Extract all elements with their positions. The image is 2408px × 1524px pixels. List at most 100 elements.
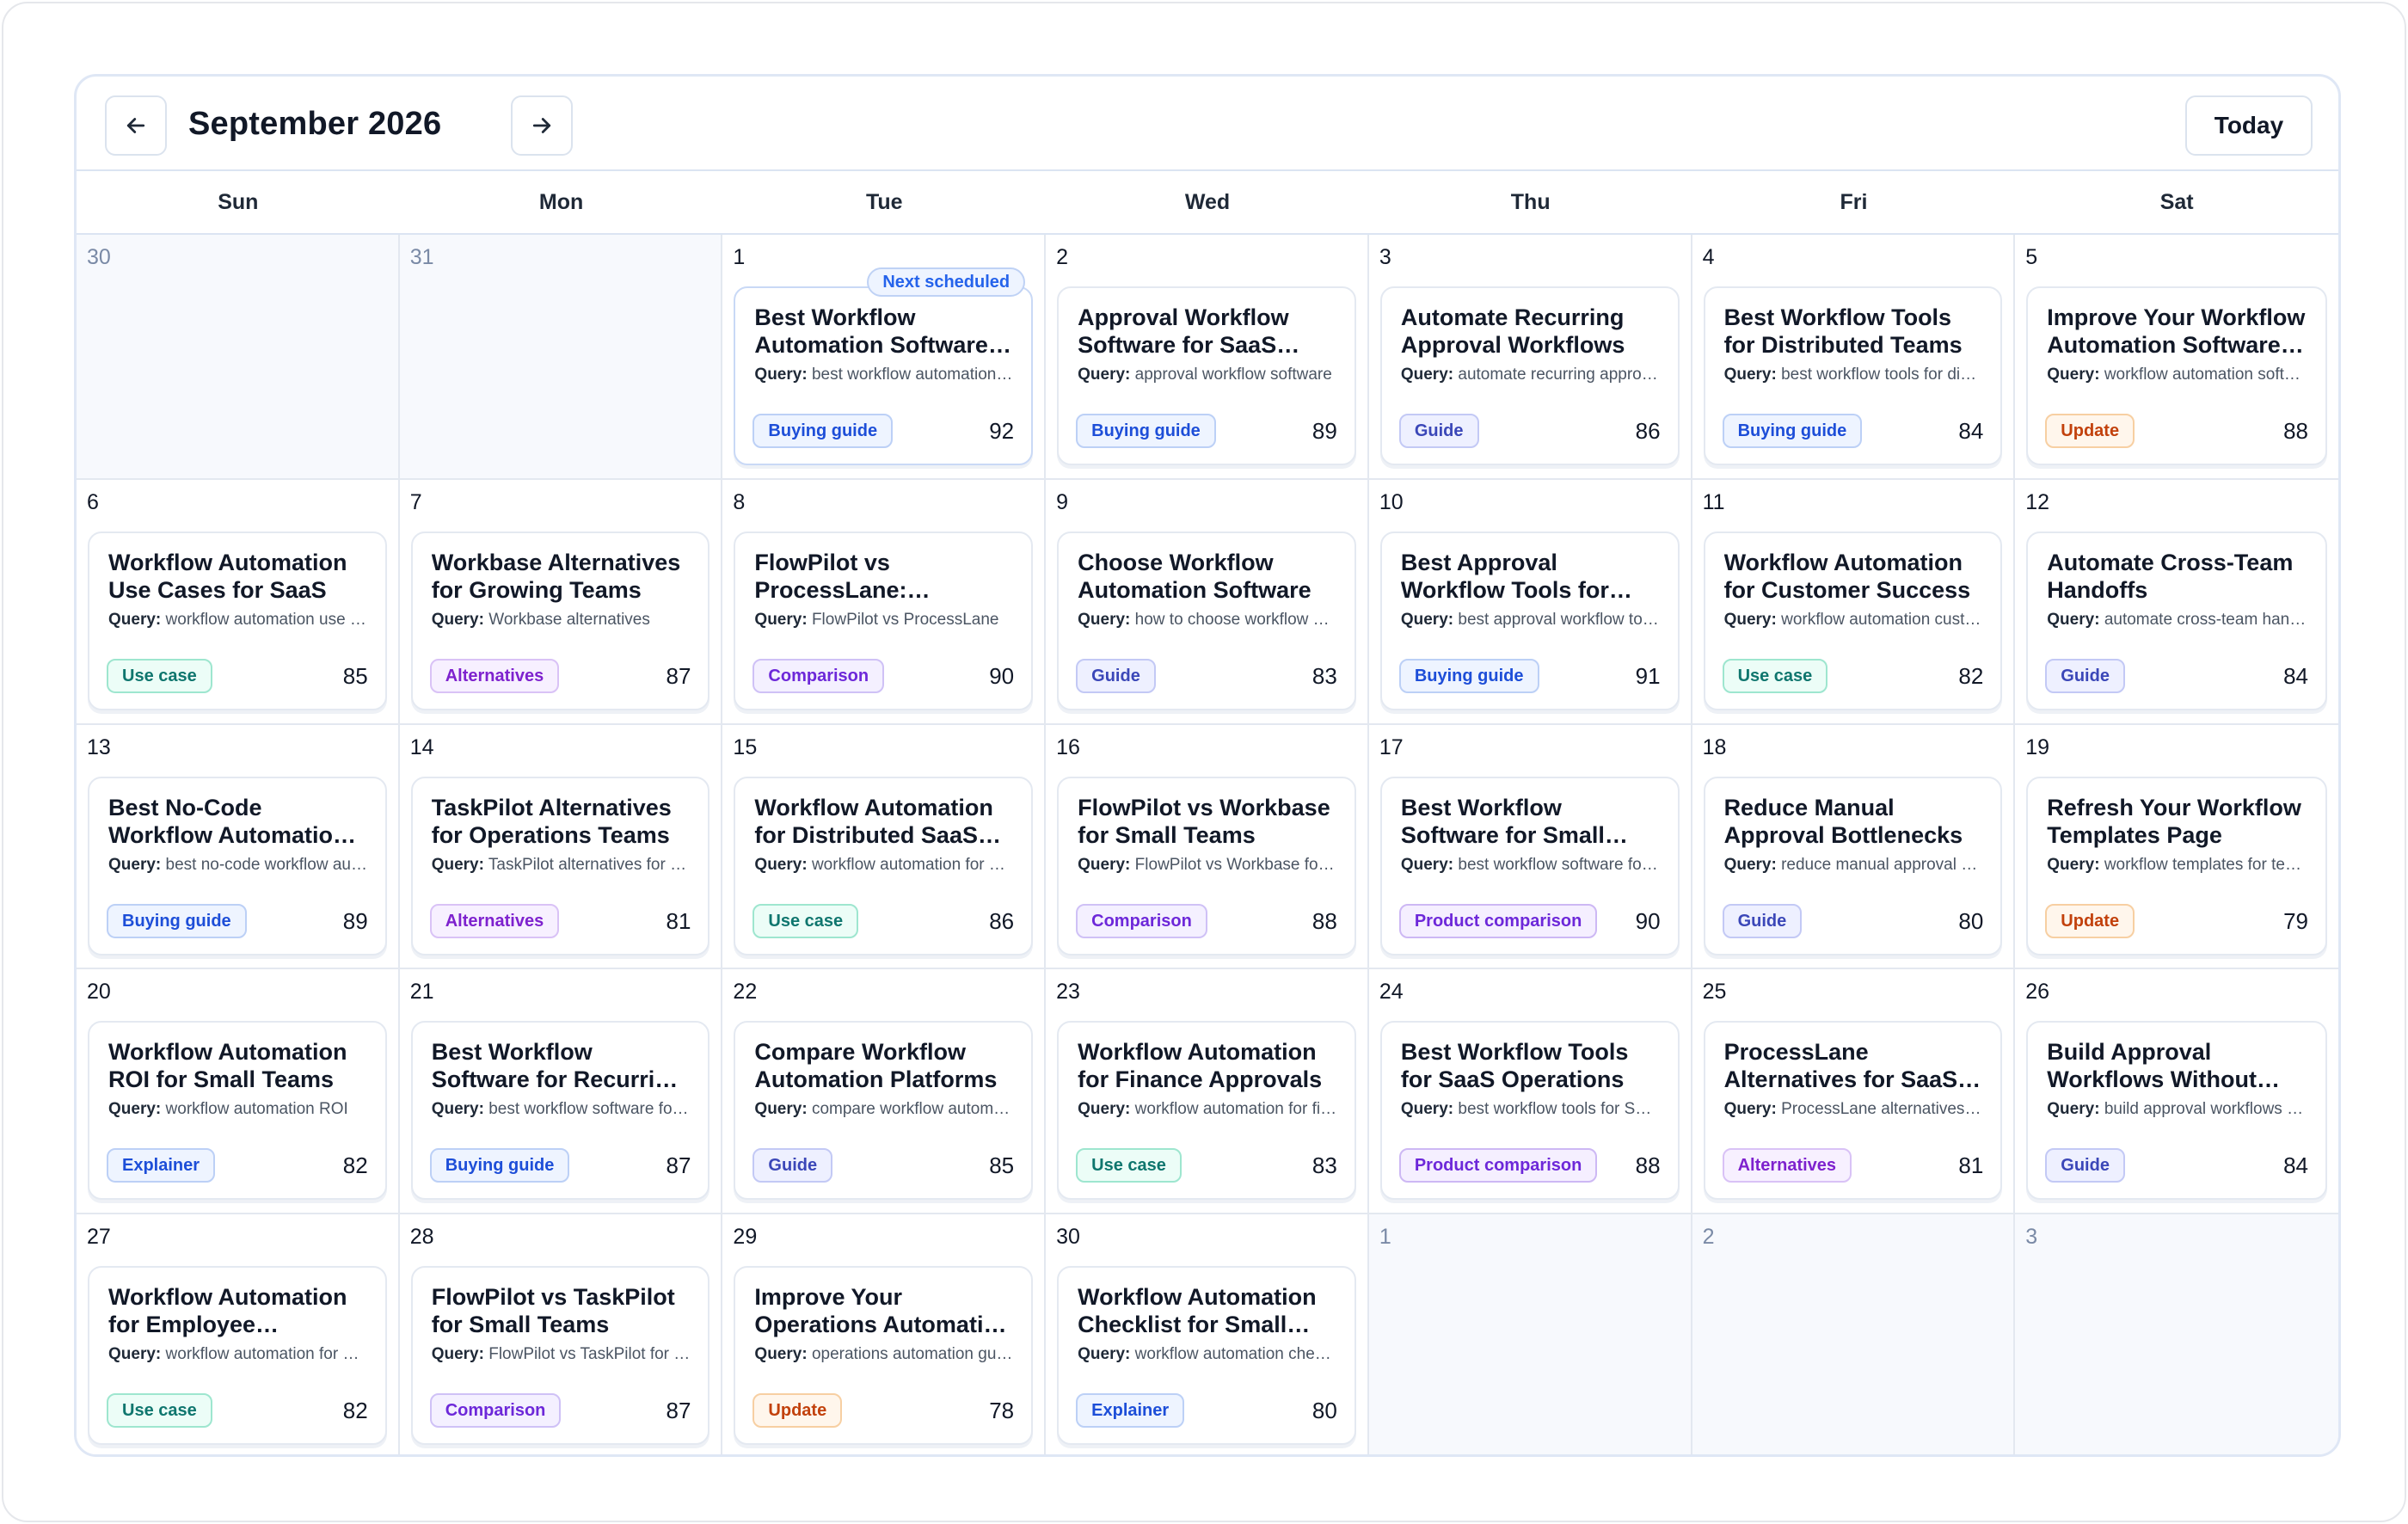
day-cell[interactable]: 11 Workflow Automation for Customer Succe…: [1692, 479, 2016, 725]
content-card[interactable]: ProcessLane Alternatives for SaaS Teams Q…: [1703, 1021, 2003, 1201]
day-cell[interactable]: 15 Workflow Automation for Distributed Sa…: [722, 724, 1047, 970]
content-card[interactable]: Next scheduled Best Workflow Automation S…: [734, 267, 1034, 465]
query-label: Query:: [1078, 855, 1131, 874]
score-value: 83: [1312, 662, 1337, 689]
score-value: 80: [1958, 907, 1984, 934]
day-cell[interactable]: 31: [399, 235, 723, 480]
content-card[interactable]: Workflow Automation Checklist for Small …: [1057, 1266, 1356, 1446]
content-card[interactable]: Improve Your Workflow Automation Softwar…: [2026, 286, 2327, 465]
score-value: 89: [1312, 418, 1337, 444]
next-month-button[interactable]: [511, 95, 573, 156]
day-cell[interactable]: 21 Best Workflow Software for Recurring T…: [399, 969, 723, 1215]
day-cell[interactable]: 22 Compare Workflow Automation Platforms Q…: [722, 969, 1047, 1215]
day-number: 3: [2025, 1225, 2038, 1250]
query-label: Query:: [754, 1100, 808, 1119]
content-card[interactable]: TaskPilot Alternatives for Operations Te…: [410, 776, 710, 956]
day-cell[interactable]: 29 Improve Your Operations Automation Gui…: [722, 1214, 1047, 1454]
query-label: Query:: [108, 1100, 162, 1119]
content-card[interactable]: Best Workflow Tools for SaaS Operations Q…: [1379, 1021, 1680, 1201]
day-cell[interactable]: 6 Workflow Automation Use Cases for SaaS Q…: [77, 479, 400, 725]
day-cell[interactable]: 17 Best Workflow Software for Small Busin…: [1368, 724, 1692, 970]
content-card[interactable]: Best Workflow Software for Small Busines…: [1379, 776, 1680, 956]
day-cell[interactable]: 30 Workflow Automation Checklist for Smal…: [1046, 1214, 1369, 1454]
day-number: 14: [409, 734, 434, 759]
content-card[interactable]: Compare Workflow Automation Platforms Que…: [734, 1021, 1034, 1201]
content-card[interactable]: FlowPilot vs ProcessLane: Workflow Compa…: [734, 531, 1034, 710]
content-card[interactable]: Workflow Automation ROI for Small Teams Q…: [88, 1021, 387, 1201]
content-card[interactable]: Automate Recurring Approval Workflows Que…: [1379, 286, 1680, 465]
score-value: 82: [1958, 662, 1984, 689]
score-value: 88: [1635, 1152, 1661, 1179]
content-card[interactable]: Workflow Automation for Employee Onboard…: [88, 1266, 387, 1446]
weekday-label: Sun: [218, 189, 259, 214]
today-button[interactable]: Today: [2185, 95, 2313, 156]
day-number: 20: [87, 980, 111, 1005]
day-cell[interactable]: 24 Best Workflow Tools for SaaS Operation…: [1368, 969, 1692, 1215]
content-card[interactable]: Choose Workflow Automation Software Query…: [1057, 531, 1356, 710]
day-cell[interactable]: 18 Reduce Manual Approval Bottlenecks Quer…: [1692, 724, 2016, 970]
query-text: best workflow automation software: [811, 366, 1014, 384]
day-cell[interactable]: 3 Automate Recurring Approval Workflows Qu…: [1368, 235, 1692, 480]
content-card[interactable]: Workbase Alternatives for Growing Teams Q…: [410, 531, 710, 710]
card-query: Query: workflow automation ROI: [108, 1098, 368, 1121]
card-title: Compare Workflow Automation Platforms: [754, 1039, 998, 1093]
query-label: Query:: [1078, 610, 1131, 629]
score-value: 85: [342, 662, 368, 689]
content-card[interactable]: Improve Your Operations Automation Guide…: [734, 1266, 1034, 1446]
day-cell[interactable]: 9 Choose Workflow Automation Software Quer…: [1046, 479, 1369, 725]
day-cell[interactable]: 5 Improve Your Workflow Automation Softwa…: [2015, 235, 2338, 480]
content-card[interactable]: Workflow Automation for Finance Approval…: [1057, 1021, 1356, 1201]
content-card[interactable]: Refresh Your Workflow Templates Page Quer…: [2026, 776, 2327, 956]
content-card[interactable]: Build Approval Workflows Without Code Que…: [2026, 1021, 2327, 1201]
day-number: 1: [733, 245, 746, 269]
content-card[interactable]: FlowPilot vs Workbase for Small Teams Que…: [1057, 776, 1356, 956]
content-card[interactable]: Best Workflow Software for Recurring Tas…: [410, 1021, 710, 1201]
day-cell[interactable]: 4 Best Workflow Tools for Distributed Tea…: [1692, 235, 2016, 480]
content-calendar: September 2026 Today Sun Mon Tue Wed Thu…: [74, 74, 2341, 1457]
day-cell[interactable]: 27 Workflow Automation for Employee Onboa…: [77, 1214, 400, 1454]
content-card[interactable]: Workflow Automation Use Cases for SaaS Qu…: [88, 531, 387, 710]
query-label: Query:: [1078, 1345, 1131, 1364]
day-cell[interactable]: 8 FlowPilot vs ProcessLane: Workflow Comp…: [722, 479, 1047, 725]
content-card[interactable]: Best Approval Workflow Tools for Small B…: [1379, 531, 1680, 710]
day-cell[interactable]: 7 Workbase Alternatives for Growing Teams…: [399, 479, 723, 725]
day-cell[interactable]: 20 Workflow Automation ROI for Small Team…: [77, 969, 400, 1215]
content-card[interactable]: Approval Workflow Software for SaaS Comp…: [1057, 286, 1356, 465]
day-cell[interactable]: 25 ProcessLane Alternatives for SaaS Team…: [1692, 969, 2016, 1215]
card-title: Best Workflow Tools for SaaS Operations: [1400, 1039, 1629, 1093]
card-title: Workflow Automation for Employee Onboard…: [108, 1284, 347, 1338]
card-query: Query: best approval workflow tools: [1401, 609, 1661, 631]
card-query: Query: workflow automation checklist: [1078, 1343, 1337, 1366]
day-cell[interactable]: 19 Refresh Your Workflow Templates Page Qu…: [2015, 724, 2338, 970]
day-cell[interactable]: 3: [2015, 1214, 2338, 1454]
content-card[interactable]: Best No-Code Workflow Automation Tools Qu…: [88, 776, 387, 956]
day-number: 13: [87, 734, 111, 759]
content-card[interactable]: Workflow Automation for Distributed SaaS…: [734, 776, 1034, 956]
day-cell[interactable]: 2: [1692, 1214, 2016, 1454]
day-cell[interactable]: 26 Build Approval Workflows Without Code Q…: [2015, 969, 2338, 1215]
content-card[interactable]: Best Workflow Tools for Distributed Team…: [1703, 286, 2003, 465]
day-cell[interactable]: 2 Approval Workflow Software for SaaS Com…: [1046, 235, 1369, 480]
query-text: approval workflow software: [1134, 366, 1332, 384]
previous-month-button[interactable]: [105, 95, 167, 156]
day-cell[interactable]: 12 Automate Cross-Team Handoffs Query: aut…: [2015, 479, 2338, 725]
content-card[interactable]: Automate Cross-Team Handoffs Query: autom…: [2026, 531, 2327, 710]
query-text: workflow automation checklist: [1134, 1345, 1337, 1364]
day-cell[interactable]: 13 Best No-Code Workflow Automation Tools…: [77, 724, 400, 970]
card-title: Best Workflow Tools for Distributed Team…: [1723, 304, 1963, 358]
content-card[interactable]: Reduce Manual Approval Bottlenecks Query:…: [1703, 776, 2003, 956]
content-card[interactable]: FlowPilot vs TaskPilot for Small Teams Qu…: [410, 1266, 710, 1446]
content-card[interactable]: Workflow Automation for Customer Success…: [1703, 531, 2003, 710]
day-number: 16: [1056, 734, 1080, 759]
day-cell[interactable]: 30: [77, 235, 400, 480]
query-text: best workflow tools for SaaS operations: [1458, 1100, 1661, 1119]
day-cell[interactable]: 1 Next scheduled Best Workflow Automation …: [722, 235, 1047, 480]
day-cell[interactable]: 10 Best Approval Workflow Tools for Small…: [1368, 479, 1692, 725]
day-cell[interactable]: 16 FlowPilot vs Workbase for Small Teams Q…: [1046, 724, 1369, 970]
day-cell[interactable]: 23 Workflow Automation for Finance Approv…: [1046, 969, 1369, 1215]
day-cell[interactable]: 14 TaskPilot Alternatives for Operations …: [399, 724, 723, 970]
card-title: FlowPilot vs Workbase for Small Teams: [1078, 794, 1330, 848]
day-cell[interactable]: 1: [1368, 1214, 1692, 1454]
month-grid: 30 31 1 Next scheduled Best Workflow Automat…: [77, 235, 2338, 1454]
day-cell[interactable]: 28 FlowPilot vs TaskPilot for Small Teams…: [399, 1214, 723, 1454]
